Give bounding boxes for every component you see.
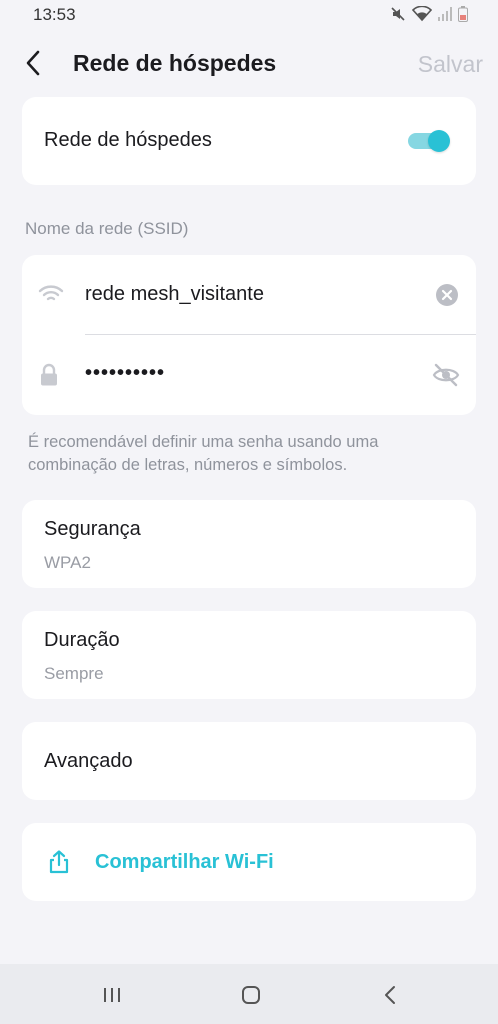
lock-icon	[38, 363, 60, 392]
password-input[interactable]: ••••••••••	[85, 362, 165, 385]
share-wifi-button[interactable]: Compartilhar Wi-Fi	[22, 823, 476, 901]
status-icons	[390, 6, 468, 22]
advanced-item[interactable]: Avançado	[22, 722, 476, 800]
duration-value: Sempre	[44, 664, 104, 683]
duration-title: Duração	[44, 629, 120, 651]
status-bar: 13:53	[0, 0, 498, 30]
status-time: 13:53	[33, 5, 76, 24]
home-icon[interactable]	[240, 984, 262, 1011]
network-card: rede mesh_visitante ••••••••••	[22, 255, 476, 415]
wifi-icon	[38, 284, 64, 309]
ssid-section-label: Nome da rede (SSID)	[25, 219, 189, 238]
duration-item[interactable]: Duração Sempre	[22, 611, 476, 699]
battery-icon	[458, 6, 468, 22]
system-nav-bar	[0, 964, 498, 1024]
wifi-status-icon	[412, 6, 432, 22]
save-button[interactable]: Salvar	[418, 51, 483, 78]
share-icon	[48, 850, 70, 879]
ssid-row: rede mesh_visitante	[22, 255, 476, 335]
guest-network-card: Rede de hóspedes	[22, 97, 476, 185]
advanced-title: Avançado	[44, 750, 133, 772]
clear-icon[interactable]	[435, 283, 459, 312]
eye-off-icon[interactable]	[432, 363, 460, 392]
guest-network-label: Rede de hóspedes	[44, 129, 212, 151]
toggle-thumb	[428, 130, 450, 152]
page-title: Rede de hóspedes	[73, 50, 277, 76]
password-row: ••••••••••	[22, 335, 476, 415]
recents-icon[interactable]	[101, 984, 123, 1011]
back-button[interactable]	[18, 50, 48, 80]
mute-icon	[390, 6, 406, 22]
security-title: Segurança	[44, 518, 141, 540]
signal-icon	[438, 7, 452, 21]
back-icon[interactable]	[382, 984, 398, 1011]
guest-network-toggle[interactable]	[408, 130, 450, 152]
chevron-left-icon	[25, 50, 41, 81]
password-hint: É recomendável definir uma senha usando …	[28, 433, 379, 474]
share-wifi-label: Compartilhar Wi-Fi	[95, 851, 274, 873]
app-header: Rede de hóspedes Salvar	[0, 38, 498, 90]
security-value: WPA2	[44, 553, 91, 572]
ssid-input[interactable]: rede mesh_visitante	[85, 283, 405, 306]
security-item[interactable]: Segurança WPA2	[22, 500, 476, 588]
